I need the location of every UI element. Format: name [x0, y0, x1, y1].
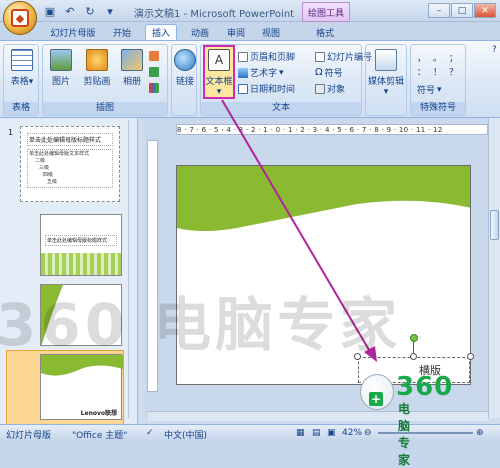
medical-cross-icon: +: [369, 392, 383, 406]
watermark-brand: 360: [396, 372, 454, 402]
watermark-brand-sub: 电脑专家: [398, 402, 411, 467]
